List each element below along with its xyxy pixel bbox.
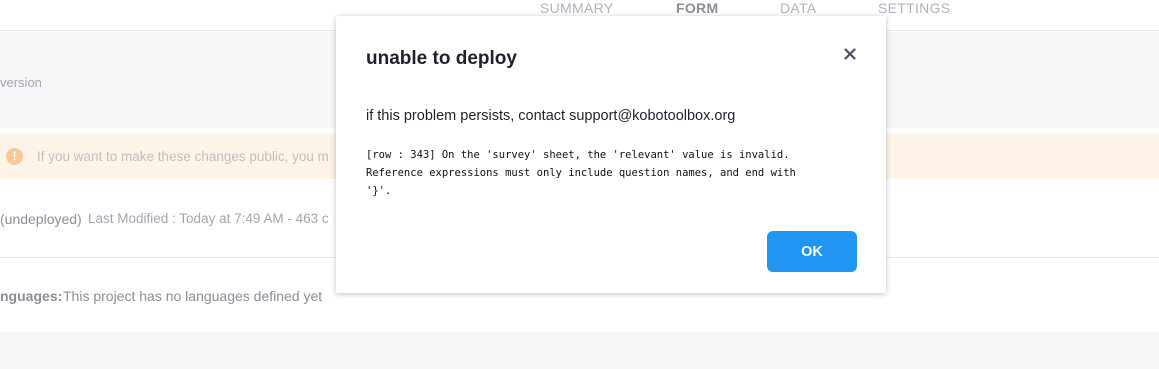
modal-title: unable to deploy — [366, 48, 517, 69]
error-modal: unable to deploy if this problem persist… — [336, 16, 886, 293]
languages-value: This project has no languages defined ye… — [63, 288, 323, 304]
warning-text: If you want to make these changes public… — [37, 149, 329, 164]
error-details: [row : 343] On the 'survey' sheet, the '… — [366, 149, 796, 197]
tab-summary[interactable]: SUMMARY — [540, 0, 613, 17]
tab-settings[interactable]: SETTINGS — [878, 0, 950, 17]
close-icon-glyph — [844, 48, 856, 60]
languages-label: nguages: — [0, 288, 63, 304]
tab-data[interactable]: DATA — [780, 0, 816, 17]
warning-icon: ! — [6, 148, 23, 165]
ok-button[interactable]: OK — [767, 231, 857, 272]
last-modified: Last Modified : Today at 7:49 AM - 463 c — [88, 211, 329, 226]
deploy-status: (undeployed) — [0, 211, 82, 227]
bottom-section — [0, 332, 1159, 369]
version-label: version — [0, 75, 42, 90]
modal-message: if this problem persists, contact suppor… — [366, 108, 736, 124]
close-icon[interactable] — [838, 42, 862, 66]
tab-form[interactable]: FORM — [676, 0, 718, 17]
